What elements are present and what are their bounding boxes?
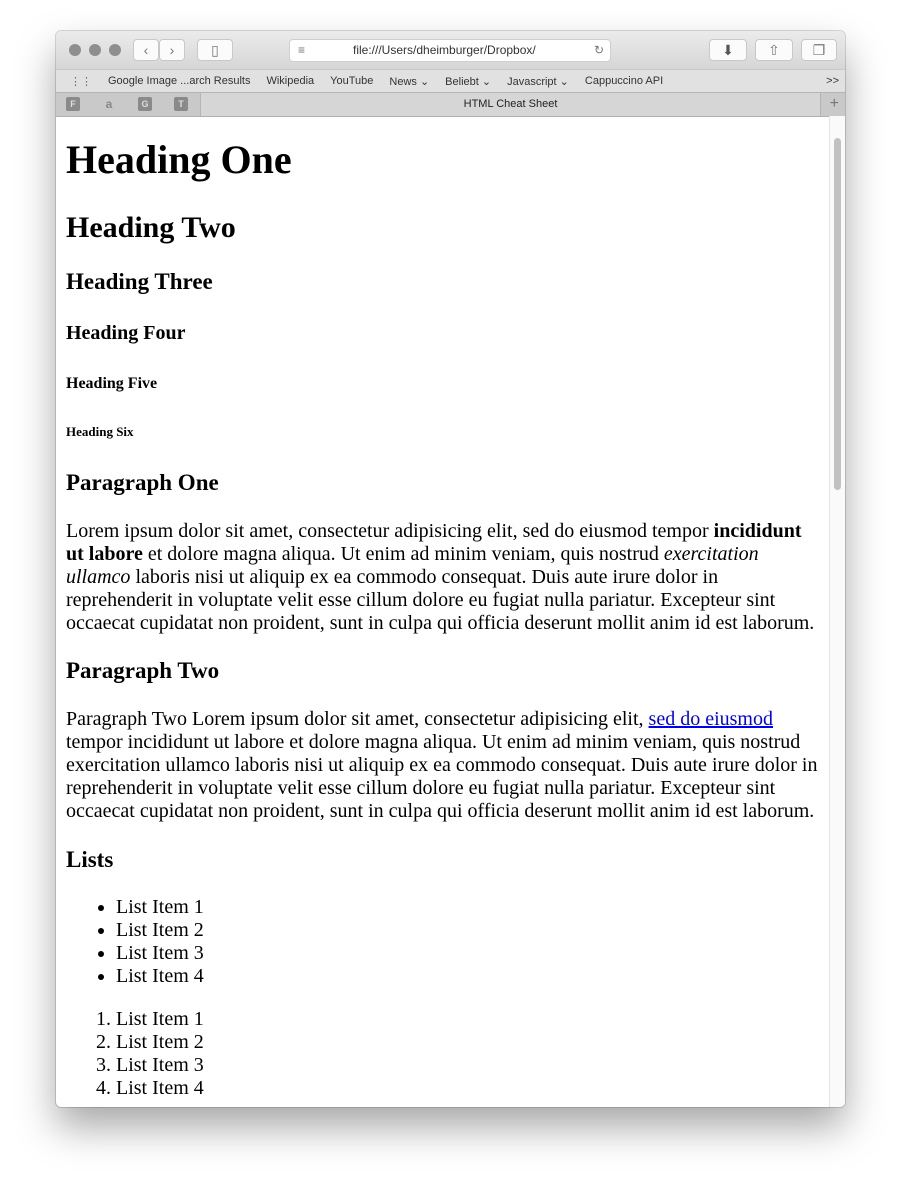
forward-button[interactable]: › bbox=[159, 39, 185, 61]
text: laboris nisi ut aliquip ex ea commodo co… bbox=[66, 566, 815, 634]
page-content: Heading One Heading Two Heading Three He… bbox=[56, 116, 830, 1107]
list-item: List Item 2 bbox=[116, 1031, 820, 1054]
paragraph-one-title: Paragraph One bbox=[66, 470, 219, 495]
minimize-window-button[interactable] bbox=[89, 44, 101, 56]
list-item: List Item 1 bbox=[116, 896, 820, 919]
chevron-right-icon: › bbox=[169, 42, 175, 58]
bookmark[interactable]: Google Image ...arch Results bbox=[108, 75, 250, 87]
list-item: List Item 3 bbox=[116, 1054, 820, 1077]
paragraph-one: Lorem ipsum dolor sit amet, consectetur … bbox=[66, 520, 820, 635]
heading-three: Heading Three bbox=[66, 269, 213, 294]
heading-two: Heading Two bbox=[66, 211, 236, 244]
heading-one: Heading One bbox=[66, 137, 292, 182]
reload-icon[interactable]: ↻ bbox=[594, 40, 604, 61]
reader-icon: ≡ bbox=[298, 43, 306, 57]
pinned-tab[interactable]: T bbox=[174, 97, 188, 111]
grid-icon[interactable]: ⋮⋮ bbox=[70, 75, 92, 88]
browser-window: ‹ › ▯ ≡ file:///Users/dheimburger/Dropbo… bbox=[56, 31, 845, 1107]
list-item: List Item 2 bbox=[116, 919, 820, 942]
chevron-left-icon: ‹ bbox=[143, 42, 149, 58]
pinned-tab[interactable]: G bbox=[138, 97, 152, 111]
download-icon: ⬇ bbox=[722, 42, 734, 58]
url-text: file:///Users/dheimburger/Dropbox/ bbox=[353, 43, 536, 57]
sidebar-icon: ▯ bbox=[211, 42, 219, 58]
vertical-scrollbar[interactable] bbox=[829, 116, 845, 1107]
downloads-button[interactable]: ⬇ bbox=[709, 39, 747, 61]
bookmark[interactable]: Wikipedia bbox=[266, 75, 314, 87]
scrollbar-thumb[interactable] bbox=[834, 138, 841, 490]
bookmark-folder[interactable]: News ⌄ bbox=[389, 75, 429, 88]
toolbar: ‹ › ▯ ≡ file:///Users/dheimburger/Dropbo… bbox=[56, 31, 845, 69]
tab-bar: F a G T HTML Cheat Sheet + bbox=[56, 92, 845, 117]
list-item: List Item 3 bbox=[116, 942, 820, 965]
zoom-window-button[interactable] bbox=[109, 44, 121, 56]
heading-six: Heading Six bbox=[66, 424, 134, 439]
more-bookmarks-button[interactable]: >> bbox=[826, 75, 839, 87]
bookmark-folder[interactable]: Beliebt ⌄ bbox=[445, 75, 491, 88]
back-button[interactable]: ‹ bbox=[133, 39, 159, 61]
list-item: List Item 1 bbox=[116, 1008, 820, 1031]
close-window-button[interactable] bbox=[69, 44, 81, 56]
bookmarks-bar: ⋮⋮ Google Image ...arch Results Wikipedi… bbox=[56, 69, 845, 92]
share-button[interactable]: ⇧ bbox=[755, 39, 793, 61]
paragraph-two-title: Paragraph Two bbox=[66, 658, 220, 683]
share-icon: ⇧ bbox=[768, 42, 780, 58]
bulleted-list: List Item 1 List Item 2 List Item 3 List… bbox=[66, 896, 820, 988]
pinned-tab[interactable]: a bbox=[102, 97, 116, 111]
address-bar[interactable]: ≡ file:///Users/dheimburger/Dropbox/ ↻ bbox=[289, 39, 611, 62]
pinned-tab[interactable]: F bbox=[66, 97, 80, 111]
paragraph-two: Paragraph Two Lorem ipsum dolor sit amet… bbox=[66, 708, 820, 823]
heading-four: Heading Four bbox=[66, 322, 186, 344]
heading-five: Heading Five bbox=[66, 375, 158, 392]
inline-link[interactable]: sed do eiusmod bbox=[649, 708, 773, 730]
text: Paragraph Two Lorem ipsum dolor sit amet… bbox=[66, 708, 649, 730]
text: et dolore magna aliqua. Ut enim ad minim… bbox=[142, 543, 664, 565]
sidebar-button[interactable]: ▯ bbox=[197, 39, 233, 61]
list-item: List Item 4 bbox=[116, 965, 820, 988]
tabs-icon: ❐ bbox=[812, 42, 826, 58]
lists-title: Lists bbox=[66, 847, 114, 872]
tab-active[interactable]: HTML Cheat Sheet bbox=[200, 93, 821, 116]
numbered-list: List Item 1 List Item 2 List Item 3 List… bbox=[66, 1008, 820, 1100]
list-item: List Item 4 bbox=[116, 1077, 820, 1100]
bookmark-folder[interactable]: Javascript ⌄ bbox=[507, 75, 569, 88]
new-tab-button[interactable]: + bbox=[830, 93, 839, 115]
bookmark[interactable]: YouTube bbox=[330, 75, 373, 87]
bookmark[interactable]: Cappuccino API bbox=[585, 75, 663, 87]
tabs-overview-button[interactable]: ❐ bbox=[801, 39, 837, 61]
tab-title: HTML Cheat Sheet bbox=[463, 98, 558, 110]
text: tempor incididunt ut labore et dolore ma… bbox=[66, 731, 818, 822]
text: Lorem ipsum dolor sit amet, consectetur … bbox=[66, 520, 714, 542]
